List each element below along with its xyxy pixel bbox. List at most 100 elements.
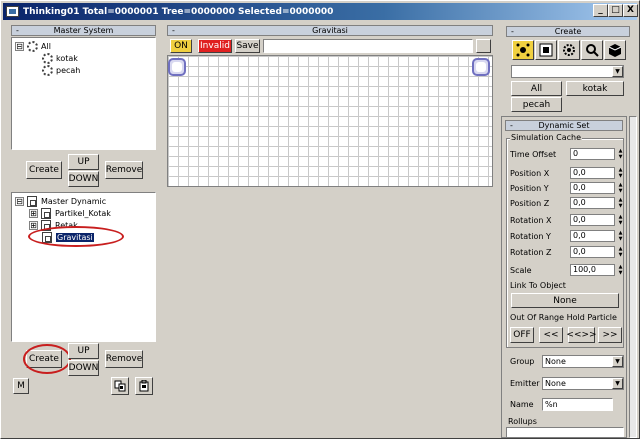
group-label: Group xyxy=(510,357,535,366)
dynamic-set-title: Dynamic Set xyxy=(538,121,590,130)
field-label: Time Offset xyxy=(510,150,557,159)
graph-canvas[interactable] xyxy=(167,55,493,187)
expand-node-icon[interactable]: ⊞ xyxy=(29,221,38,230)
m-button[interactable]: M xyxy=(13,378,29,394)
tree-item-label: Master Dynamic xyxy=(41,197,107,206)
graph-header[interactable]: - Gravitasi xyxy=(167,25,493,36)
scale-spinner[interactable]: 100,0 ▲ ▼ xyxy=(570,264,625,276)
spinner-arrows-icon[interactable]: ▲ ▼ xyxy=(617,264,624,276)
move-down-button[interactable]: DOWN xyxy=(68,360,99,376)
create-system-button[interactable]: Create xyxy=(26,161,62,179)
link-to-object-button[interactable]: None xyxy=(511,293,619,308)
range-both-button[interactable]: <<>> xyxy=(566,327,597,343)
copy-dynamic-icon[interactable] xyxy=(111,377,129,395)
rotation-y-spinner[interactable]: 0,0 ▲ ▼ xyxy=(570,230,625,242)
spinner-arrows-icon[interactable]: ▲ ▼ xyxy=(617,148,624,160)
paste-dynamic-icon[interactable] xyxy=(135,377,153,395)
collapse-icon[interactable]: - xyxy=(510,121,513,130)
spinner-value[interactable]: 0,0 xyxy=(570,197,615,209)
collapse-node-icon[interactable]: ⊟ xyxy=(15,197,24,206)
dynamic-set-header[interactable]: - Dynamic Set xyxy=(505,120,623,131)
chevron-down-icon[interactable]: ▼ xyxy=(612,356,623,367)
invalid-status-button[interactable]: Invalid xyxy=(198,39,232,53)
highlight-circle-gravitasi xyxy=(28,226,124,247)
graph-name-field[interactable] xyxy=(263,39,473,53)
tree-item-label: All xyxy=(41,42,51,51)
position-z-spinner[interactable]: 0,0 ▲ ▼ xyxy=(570,197,625,209)
spinner-arrows-icon[interactable]: ▲ ▼ xyxy=(617,246,624,258)
move-down-button[interactable]: DOWN xyxy=(68,171,99,187)
emitter-select[interactable]: None ▼ xyxy=(542,377,624,390)
output-port-icon[interactable] xyxy=(472,58,490,76)
spinner-arrows-icon[interactable]: ▲ ▼ xyxy=(617,182,624,194)
tree-item-pecah[interactable]: pecah xyxy=(42,65,80,76)
tree-item-label: Partikel_Kotak xyxy=(55,209,111,218)
spinner-value[interactable]: 0,0 xyxy=(570,182,615,194)
title-bar[interactable]: Thinking01 Total=0000001 Tree=0000000 Se… xyxy=(3,3,637,20)
tree-item-all[interactable]: ⊟ All xyxy=(15,41,51,52)
tree-item-kotak[interactable]: kotak xyxy=(42,53,78,64)
range-after-button[interactable]: >> xyxy=(598,327,622,343)
range-off-button[interactable]: OFF xyxy=(510,327,534,343)
spinner-value[interactable]: 0,0 xyxy=(570,246,615,258)
collapse-node-icon[interactable]: ⊟ xyxy=(15,42,24,51)
position-y-spinner[interactable]: 0,0 ▲ ▼ xyxy=(570,182,625,194)
chevron-down-icon[interactable]: ▼ xyxy=(612,378,623,389)
search-icon[interactable] xyxy=(581,40,603,60)
on-toggle-button[interactable]: ON xyxy=(170,39,192,53)
position-x-spinner[interactable]: 0,0 ▲ ▼ xyxy=(570,167,625,179)
master-system-title: Master System xyxy=(53,26,114,35)
spinner-value[interactable]: 0,0 xyxy=(570,230,615,242)
rotation-x-spinner[interactable]: 0,0 ▲ ▼ xyxy=(570,214,625,226)
restore-button[interactable]: □ xyxy=(608,4,623,17)
move-up-button[interactable]: UP xyxy=(68,154,99,170)
master-system-tree[interactable]: ⊟ All kotak pecah xyxy=(11,37,156,150)
tree-item-partikel-kotak[interactable]: ⊞ Partikel_Kotak xyxy=(29,208,111,219)
save-button[interactable]: Save xyxy=(235,39,260,53)
spinner-arrows-icon[interactable]: ▲ ▼ xyxy=(617,214,624,226)
gear-icon[interactable] xyxy=(558,40,580,60)
tree-item-label: kotak xyxy=(56,54,78,63)
spinner-arrows-icon[interactable]: ▲ ▼ xyxy=(617,197,624,209)
spinner-arrows-icon[interactable]: ▲ ▼ xyxy=(617,167,624,179)
dynamic-node-icon xyxy=(27,196,38,207)
chevron-down-icon[interactable]: ▼ xyxy=(612,66,623,77)
group-select[interactable]: None ▼ xyxy=(542,355,624,368)
dynamic-set-icon[interactable] xyxy=(535,40,557,60)
minimize-button[interactable]: _ xyxy=(593,4,608,17)
tree-item-master-dynamic[interactable]: ⊟ Master Dynamic xyxy=(15,196,106,207)
collapse-icon[interactable]: - xyxy=(511,27,514,36)
create-header[interactable]: - Create xyxy=(506,26,630,37)
rotation-z-spinner[interactable]: 0,0 ▲ ▼ xyxy=(570,246,625,258)
scrollbar[interactable] xyxy=(629,116,637,438)
expand-node-icon[interactable]: ⊞ xyxy=(29,209,38,218)
collapse-icon[interactable]: - xyxy=(16,26,19,35)
master-system-header[interactable]: - Master System xyxy=(11,25,156,36)
spinner-arrows-icon[interactable]: ▲ ▼ xyxy=(617,230,624,242)
name-field[interactable]: %n xyxy=(542,398,613,411)
create-type-select[interactable]: ▼ xyxy=(511,65,624,78)
filter-kotak-button[interactable]: kotak xyxy=(566,81,624,96)
tree-item-label: pecah xyxy=(56,66,81,75)
filter-pecah-button[interactable]: pecah xyxy=(511,97,562,112)
collapse-icon[interactable]: - xyxy=(172,26,175,35)
field-label: Rotation Y xyxy=(510,232,551,241)
time-offset-spinner[interactable]: 0 ▲ ▼ xyxy=(570,148,625,160)
particle-system-icon[interactable] xyxy=(512,40,534,60)
input-port-icon[interactable] xyxy=(168,58,186,76)
spinner-value[interactable]: 0,0 xyxy=(570,214,615,226)
move-up-button[interactable]: UP xyxy=(68,343,99,359)
filter-all-button[interactable]: All xyxy=(511,81,562,96)
range-before-button[interactable]: << xyxy=(539,327,563,343)
remove-system-button[interactable]: Remove xyxy=(105,161,143,179)
master-dynamic-tree[interactable]: ⊟ Master Dynamic ⊞ Partikel_Kotak ⊞ Reta… xyxy=(11,192,156,342)
field-label: Scale xyxy=(510,266,532,275)
close-button[interactable]: X xyxy=(623,4,638,17)
graph-options-button[interactable] xyxy=(476,39,491,53)
spinner-value[interactable]: 100,0 xyxy=(570,264,615,276)
remove-dynamic-button[interactable]: Remove xyxy=(105,350,143,368)
cube-icon[interactable] xyxy=(604,40,626,60)
rollups-list[interactable] xyxy=(506,427,624,437)
spinner-value[interactable]: 0 xyxy=(570,148,615,160)
spinner-value[interactable]: 0,0 xyxy=(570,167,615,179)
